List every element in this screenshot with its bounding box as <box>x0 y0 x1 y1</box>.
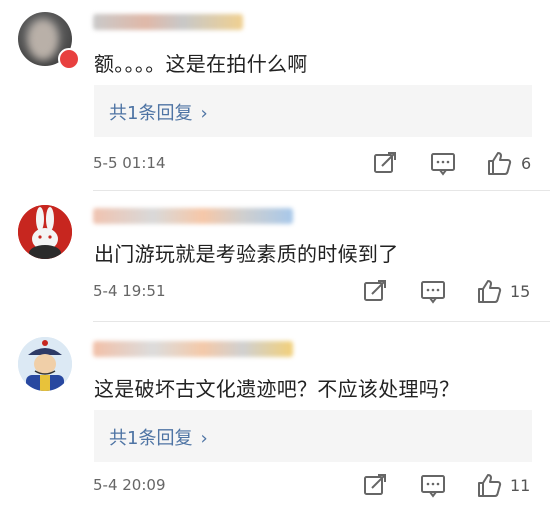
thumbs-up-icon[interactable] <box>486 150 514 178</box>
share-icon[interactable] <box>362 278 390 306</box>
timestamp: 5-4 20:09 <box>93 476 166 494</box>
rabbit-avatar-icon <box>18 205 72 259</box>
comment-item: 这是破坏古文化遗迹吧？不应该处理吗？ 共1条回复 › 5-4 20:09 11 <box>0 321 550 514</box>
timestamp: 5-4 19:51 <box>93 282 166 300</box>
timestamp: 5-5 01:14 <box>93 154 166 172</box>
like-count: 11 <box>510 476 531 495</box>
comment-text: 额。。。。这是在拍什么啊 <box>94 52 308 76</box>
view-replies-link[interactable]: 共1条回复 › <box>109 424 208 450</box>
comment-icon[interactable] <box>419 278 447 306</box>
like-count: 6 <box>521 154 532 173</box>
like-count: 15 <box>510 282 531 301</box>
comment-text: 出门游玩就是考验素质的时候到了 <box>94 242 399 266</box>
reply-summary-box[interactable]: 共1条回复 › <box>94 410 532 462</box>
comment-actions: 5-4 19:51 15 <box>0 278 550 306</box>
reply-summary-box[interactable]: 共1条回复 › <box>94 85 532 137</box>
reply-count-label[interactable]: 共1条回复 <box>109 103 192 124</box>
username-blurred[interactable] <box>93 341 293 357</box>
share-icon[interactable] <box>372 150 400 178</box>
thumbs-up-icon[interactable] <box>476 278 504 306</box>
comment-item: 额。。。。这是在拍什么啊 共1条回复 › 5-5 01:14 6 <box>0 0 550 186</box>
username-blurred[interactable] <box>93 208 293 224</box>
comment-item: 出门游玩就是考验素质的时候到了 5-4 19:51 15 <box>0 190 550 312</box>
comment-actions: 5-4 20:09 11 <box>0 472 550 500</box>
comment-icon[interactable] <box>429 150 457 178</box>
share-icon[interactable] <box>362 472 390 500</box>
chevron-right-icon: › <box>200 103 208 124</box>
thumbs-up-icon[interactable] <box>476 472 504 500</box>
view-replies-link[interactable]: 共1条回复 › <box>109 99 208 125</box>
reply-count-label[interactable]: 共1条回复 <box>109 428 192 449</box>
avatar[interactable] <box>18 337 72 391</box>
username-blurred[interactable] <box>93 14 243 30</box>
avatar[interactable] <box>18 205 72 259</box>
comment-actions: 5-5 01:14 6 <box>0 150 550 178</box>
qing-official-avatar-icon <box>18 337 72 391</box>
comment-icon[interactable] <box>419 472 447 500</box>
verified-badge-icon <box>58 48 80 70</box>
chevron-right-icon: › <box>200 428 208 449</box>
comment-text: 这是破坏古文化遗迹吧？不应该处理吗？ <box>94 377 460 401</box>
